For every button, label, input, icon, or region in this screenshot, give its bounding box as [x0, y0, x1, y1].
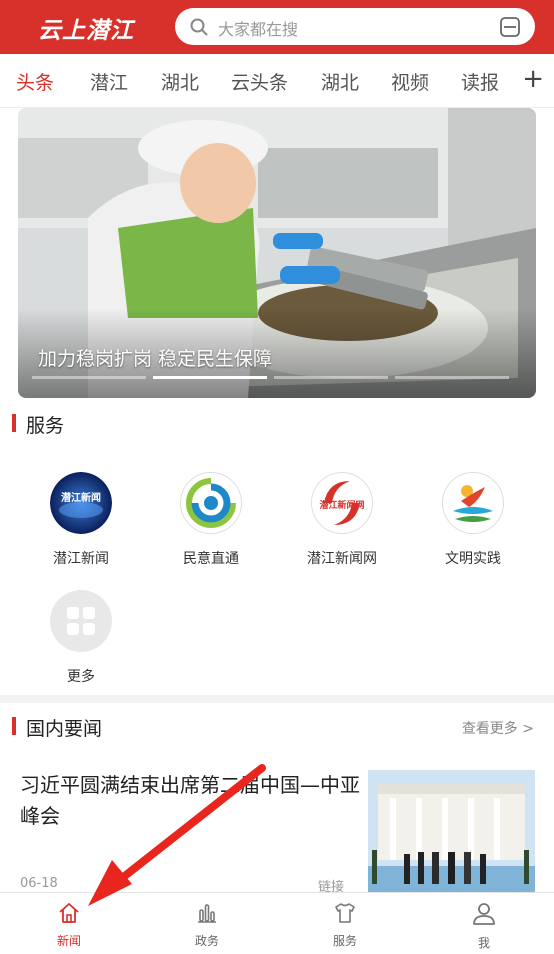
nav-label: 我	[477, 936, 490, 950]
service-public-opinion[interactable]: 民意直通	[151, 472, 271, 568]
user-icon	[471, 903, 497, 931]
svg-text:潜江新闻网: 潜江新闻网	[319, 499, 364, 511]
carousel-dot	[274, 376, 388, 379]
tab-newspaper[interactable]: 读报	[461, 68, 499, 95]
qianjiang-news-logo: 潜江新闻	[50, 472, 112, 534]
section-marker	[12, 414, 16, 432]
news-section-title: 国内要闻	[26, 718, 103, 740]
civilization-practice-logo	[442, 472, 504, 534]
tab-qianjiang[interactable]: 潜江	[90, 68, 128, 95]
tab-headlines[interactable]: 头条	[16, 68, 54, 95]
carousel-indicator	[32, 376, 512, 379]
scan-icon[interactable]	[499, 16, 521, 42]
tab-cloud-headlines[interactable]: 云头条	[231, 68, 288, 95]
nav-label: 政务	[194, 934, 219, 948]
service-civilization-practice[interactable]: 文明实践	[413, 472, 533, 568]
channel-tabs: 头条 潜江 湖北 云头条 湖北 视频 读报 +	[0, 54, 554, 108]
nav-government[interactable]: 政务	[167, 901, 247, 949]
bottom-nav: 新闻 政务 服务 我	[0, 892, 554, 954]
search-bar[interactable]: 大家都在搜	[175, 8, 535, 45]
nav-services[interactable]: 服务	[305, 901, 385, 949]
bar-chart-icon	[195, 904, 219, 929]
section-divider	[0, 695, 554, 703]
view-more-link[interactable]: 查看更多 >	[462, 718, 534, 738]
add-channel-icon[interactable]: +	[522, 64, 544, 94]
news-item-title[interactable]: 习近平圆满结束出席第二届中国—中亚峰会	[20, 770, 360, 832]
home-icon	[57, 903, 81, 929]
tab-hubei-2[interactable]: 湖北	[321, 68, 359, 95]
nav-news[interactable]: 新闻	[29, 901, 109, 949]
banner-caption: 加力稳岗扩岗 稳定民生保障	[38, 348, 273, 370]
tab-hubei[interactable]: 湖北	[161, 68, 199, 95]
service-label: 更多	[67, 669, 95, 685]
qianjiang-news-web-logo: 潜江新闻网	[311, 472, 373, 534]
carousel-dot	[32, 376, 146, 379]
search-placeholder: 大家都在搜	[218, 20, 299, 39]
service-label: 潜江新闻	[53, 551, 109, 567]
carousel-dot-active	[153, 376, 267, 379]
nav-me[interactable]: 我	[444, 901, 524, 951]
grid-icon	[50, 590, 112, 652]
service-label: 民意直通	[183, 551, 239, 567]
public-opinion-logo	[180, 472, 242, 534]
service-qianjiang-news-web[interactable]: 潜江新闻网 潜江新闻网	[282, 472, 402, 568]
app-header: 云上潜江 大家都在搜	[0, 0, 554, 54]
svg-text:潜江新闻: 潜江新闻	[61, 491, 101, 504]
app-logo: 云上潜江	[38, 17, 134, 44]
news-item-date: 06-18	[20, 876, 58, 891]
services-title: 服务	[26, 415, 65, 437]
search-icon	[189, 17, 209, 41]
service-label: 文明实践	[445, 551, 501, 567]
nav-label: 新闻	[56, 934, 81, 948]
carousel-dot	[395, 376, 509, 379]
shirt-icon	[333, 903, 357, 929]
news-item-thumbnail[interactable]	[368, 770, 535, 894]
service-more[interactable]: 更多	[21, 590, 141, 686]
tab-video[interactable]: 视频	[391, 68, 429, 95]
service-qianjiang-news[interactable]: 潜江新闻 潜江新闻	[21, 472, 141, 568]
nav-label: 服务	[332, 934, 357, 948]
banner-carousel[interactable]: 加力稳岗扩岗 稳定民生保障	[18, 108, 536, 398]
service-label: 潜江新闻网	[307, 551, 377, 567]
section-marker	[12, 717, 16, 735]
